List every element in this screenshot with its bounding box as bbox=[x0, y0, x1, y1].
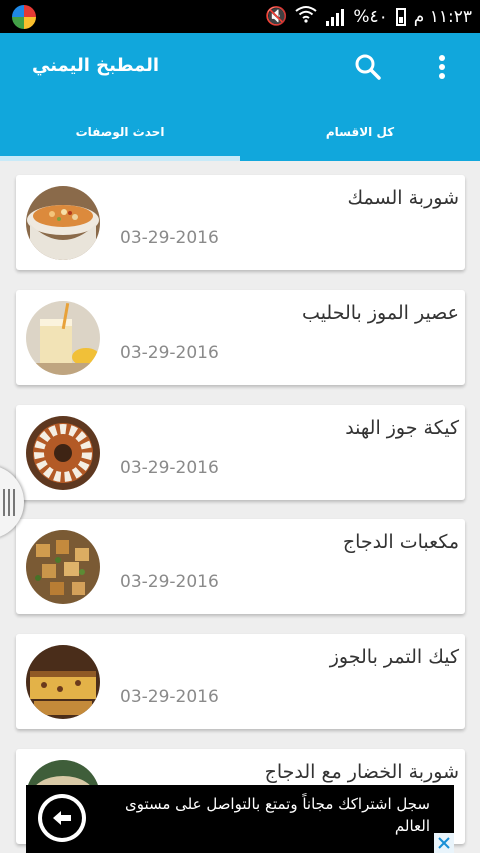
battery-percent: %٤٠ bbox=[353, 6, 388, 27]
recipe-date: 03-29-2016 bbox=[120, 572, 219, 592]
search-button[interactable] bbox=[352, 51, 384, 83]
recipe-card[interactable]: كيكة جوز الهند 03-29-2016 bbox=[16, 405, 465, 500]
recipe-card[interactable]: عصير الموز بالحليب 03-29-2016 bbox=[16, 290, 465, 385]
recipe-list[interactable]: شوربة السمك 03-29-2016 عصير الموز بالحلي… bbox=[0, 161, 480, 853]
recipe-date: 03-29-2016 bbox=[120, 687, 219, 707]
recipe-title: شوربة الخضار مع الدجاج bbox=[264, 761, 459, 783]
signal-icon bbox=[325, 8, 345, 26]
close-icon bbox=[438, 837, 450, 849]
wifi-icon bbox=[295, 5, 317, 28]
more-vert-icon bbox=[439, 55, 445, 79]
recipe-image bbox=[26, 530, 100, 604]
tab-latest-recipes[interactable]: احدث الوصفات bbox=[0, 103, 240, 161]
recipe-date: 03-29-2016 bbox=[120, 458, 219, 478]
recipe-date: 03-29-2016 bbox=[120, 228, 219, 248]
recipe-title: كيك التمر بالجوز bbox=[329, 646, 459, 668]
tab-label: احدث الوصفات bbox=[75, 125, 165, 139]
mute-icon: 🔇 bbox=[264, 6, 288, 27]
recipe-image bbox=[26, 416, 100, 490]
recipe-card[interactable]: شوربة السمك 03-29-2016 bbox=[16, 175, 465, 270]
recipe-date: 03-29-2016 bbox=[120, 343, 219, 363]
search-icon bbox=[355, 54, 381, 80]
ad-close-button[interactable] bbox=[434, 833, 454, 853]
recipe-title: مكعبات الدجاج bbox=[342, 531, 459, 553]
battery-icon bbox=[395, 7, 406, 26]
recipe-image bbox=[26, 186, 100, 260]
back-arrow-icon[interactable] bbox=[38, 794, 86, 842]
overflow-menu-button[interactable] bbox=[432, 51, 452, 83]
recipe-title: عصير الموز بالحليب bbox=[302, 302, 459, 324]
ad-text: سجل اشتراكك مجاناً وتمتع بالتواصل على مس… bbox=[124, 795, 430, 835]
recipe-title: شوربة السمك bbox=[347, 187, 459, 209]
app-bar: المطبخ اليمني احدث الوصفات كل الاقسام bbox=[0, 33, 480, 161]
ad-banner[interactable]: سجل اشتراكك مجاناً وتمتع بالتواصل على مس… bbox=[26, 785, 454, 853]
recipe-image bbox=[26, 301, 100, 375]
status-indicators: 🔇 %٤٠ ١١:٢٣ م bbox=[265, 0, 472, 33]
tab-all-categories[interactable]: كل الاقسام bbox=[240, 103, 480, 161]
status-bar: 🔇 %٤٠ ١١:٢٣ م bbox=[0, 0, 480, 33]
app-title: المطبخ اليمني bbox=[32, 55, 160, 76]
recipe-image bbox=[26, 645, 100, 719]
clock: ١١:٢٣ م bbox=[413, 6, 472, 27]
app-notification-icon bbox=[12, 5, 36, 29]
recipe-card[interactable]: كيك التمر بالجوز 03-29-2016 bbox=[16, 634, 465, 729]
recipe-card[interactable]: مكعبات الدجاج 03-29-2016 bbox=[16, 519, 465, 614]
tab-label: كل الاقسام bbox=[325, 125, 395, 139]
recipe-title: كيكة جوز الهند bbox=[345, 417, 459, 439]
